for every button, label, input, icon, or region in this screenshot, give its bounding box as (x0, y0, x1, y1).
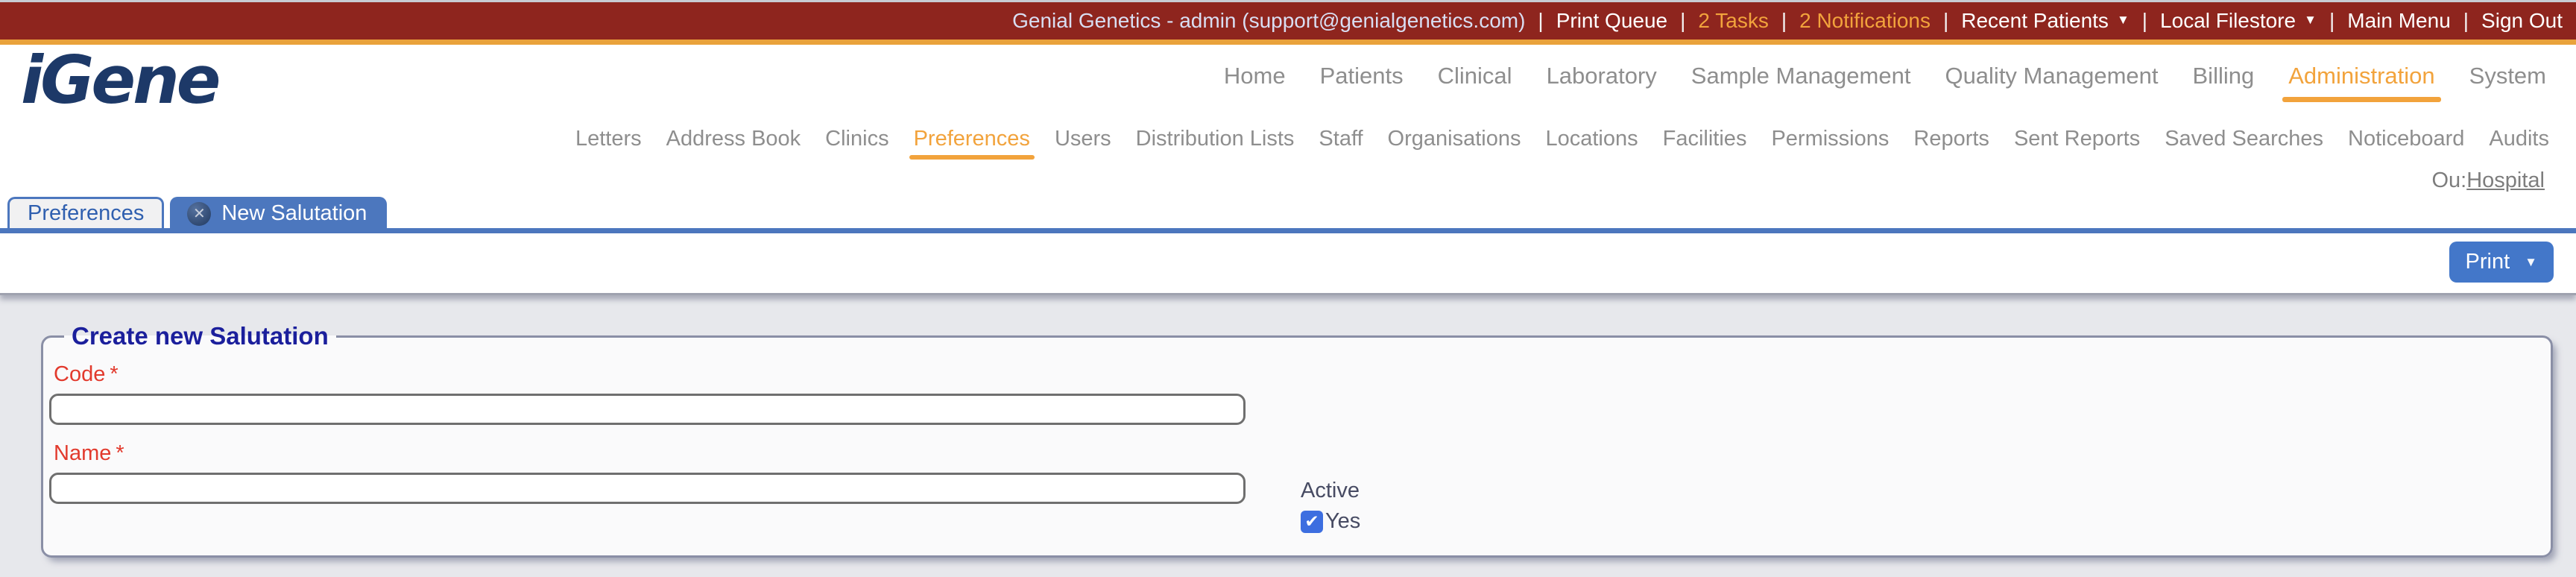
field-row-code: Code * (49, 362, 2551, 425)
main-nav-item-administration[interactable]: Administration (2282, 63, 2442, 102)
topbar-item-sign-out[interactable]: Sign Out (2481, 9, 2563, 33)
dropdown-arrow-icon: ▼ (2304, 13, 2317, 27)
main-nav-item-patients[interactable]: Patients (1320, 63, 1404, 89)
topbar-links: | Print Queue | 2 Tasks | 2 Notifications | Rec… (1525, 9, 2563, 33)
main-nav-item-quality-management[interactable]: Quality Management (1945, 63, 2158, 89)
ou-hospital-link[interactable]: Hospital (2466, 168, 2545, 192)
main-nav-item-sample-management[interactable]: Sample Management (1691, 63, 1911, 89)
name-input[interactable] (49, 473, 1246, 504)
user-info: Genial Genetics - admin (support@genialg… (1012, 9, 1526, 32)
active-yes-label: Yes (1325, 509, 1361, 533)
active-label: Active (1301, 479, 1360, 502)
sub-nav: Letters Address Book Clinics Preferences Use… (575, 127, 2549, 160)
topbar-item-2-notifications[interactable]: 2 Notifications (1799, 9, 1931, 33)
dropdown-arrow-icon: ▼ (2116, 13, 2130, 27)
organisational-unit: Ou:Hospital (2431, 168, 2545, 193)
topbar-separator: | (1538, 9, 1544, 32)
checkmark-icon: ✔ (1304, 511, 1319, 531)
sub-nav-item-letters[interactable]: Letters (575, 127, 642, 151)
sub-nav-item-preferences[interactable]: Preferences (909, 127, 1035, 160)
sub-nav-item-users[interactable]: Users (1055, 127, 1111, 151)
print-button-label: Print (2465, 250, 2510, 274)
tab-label: New Salutation (221, 201, 367, 225)
sub-nav-item-permissions[interactable]: Permissions (1771, 127, 1889, 151)
main-nav: Home Patients Clinical Laboratory Sample Man… (1224, 63, 2546, 102)
sub-nav-item-distribution-lists[interactable]: Distribution Lists (1136, 127, 1295, 151)
print-button[interactable]: Print ▼ (2449, 242, 2554, 283)
field-label-code: Code * (54, 362, 119, 386)
topbar-separator: | (2463, 9, 2469, 32)
main-nav-item-system[interactable]: System (2469, 63, 2546, 89)
topbar-separator: | (2329, 9, 2335, 32)
header: iGene Home Patients Clinical Laboratory Samp… (0, 45, 2576, 233)
main-nav-item-billing[interactable]: Billing (2193, 63, 2255, 89)
panel-title: Create new Salutation (72, 322, 329, 350)
accent-divider (0, 40, 2576, 45)
close-tab-icon[interactable]: ✕ (187, 201, 212, 226)
sub-nav-item-sent-reports[interactable]: Sent Reports (2014, 127, 2140, 151)
topbar-item-local-filestore[interactable]: Local Filestore ▼ (2160, 9, 2317, 33)
code-input[interactable] (49, 394, 1246, 425)
sub-nav-item-locations[interactable]: Locations (1545, 127, 1638, 151)
main-nav-item-laboratory[interactable]: Laboratory (1547, 63, 1657, 89)
sub-nav-item-audits[interactable]: Audits (2489, 127, 2549, 151)
required-asterisk: * (110, 362, 119, 386)
required-asterisk: * (116, 441, 124, 465)
sub-nav-item-facilities[interactable]: Facilities (1663, 127, 1747, 151)
sub-nav-item-noticeboard[interactable]: Noticeboard (2348, 127, 2464, 151)
toolbar: Print ▼ (0, 233, 2576, 295)
active-field: Active ✔ Yes (1301, 479, 1360, 534)
active-checkbox[interactable]: ✔ (1301, 510, 1323, 533)
active-checkbox-row[interactable]: ✔ Yes (1301, 509, 1360, 534)
topbar-item-recent-patients[interactable]: Recent Patients ▼ (1961, 9, 2130, 33)
topbar-separator: | (1680, 9, 1686, 32)
topbar: Genial Genetics - admin (support@genialg… (0, 2, 2576, 40)
field-label-name: Name * (54, 441, 124, 465)
sub-nav-item-organisations[interactable]: Organisations (1388, 127, 1521, 151)
tab-preferences[interactable]: Preferences (7, 197, 165, 228)
topbar-separator: | (1781, 9, 1787, 32)
sub-nav-item-reports[interactable]: Reports (1913, 127, 1989, 151)
topbar-separator: | (1942, 9, 1949, 32)
topbar-item-main-menu[interactable]: Main Menu (2347, 9, 2451, 33)
topbar-separator: | (2141, 9, 2148, 32)
form-fields: Code * Name * (43, 362, 2551, 504)
content-area: Create new Salutation Code * Name * Active … (0, 322, 2576, 577)
sub-nav-item-staff[interactable]: Staff (1319, 127, 1363, 151)
sub-nav-item-address-book[interactable]: Address Book (666, 127, 801, 151)
main-nav-item-home[interactable]: Home (1224, 63, 1286, 89)
topbar-item-print-queue[interactable]: Print Queue (1556, 9, 1667, 33)
main-nav-item-clinical[interactable]: Clinical (1438, 63, 1512, 89)
app-logo: iGene (21, 42, 221, 119)
create-salutation-panel: Create new Salutation Code * Name * Active … (41, 322, 2553, 558)
sub-nav-item-saved-searches[interactable]: Saved Searches (2165, 127, 2323, 151)
ou-label: Ou: (2431, 168, 2467, 192)
topbar-item-2-tasks[interactable]: 2 Tasks (1698, 9, 1768, 33)
tab-bar: Preferences ✕ New Salutation (7, 197, 388, 228)
sub-nav-item-clinics[interactable]: Clinics (825, 127, 888, 151)
tab-new-salutation[interactable]: ✕ New Salutation (170, 197, 388, 228)
tab-label: Preferences (28, 201, 145, 225)
dropdown-arrow-icon: ▼ (2525, 254, 2537, 269)
